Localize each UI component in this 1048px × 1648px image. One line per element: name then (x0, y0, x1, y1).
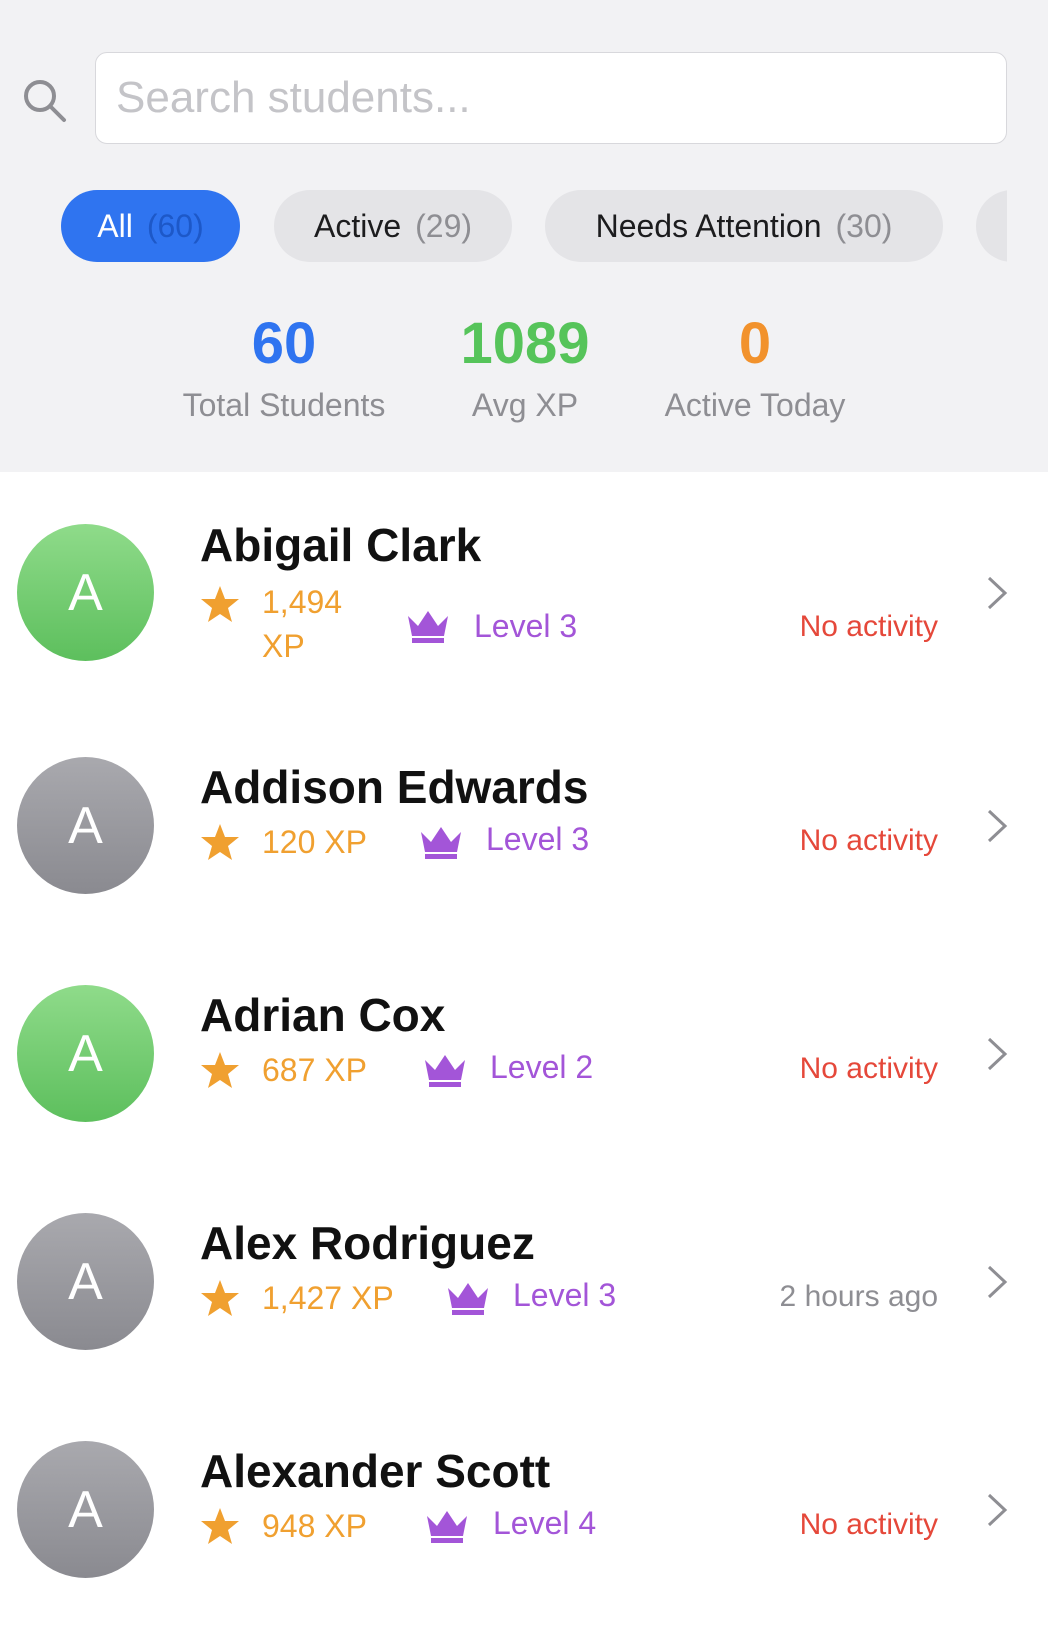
crown-icon (427, 1511, 467, 1543)
student-xp: 687 XP (262, 1052, 367, 1088)
chevron-right-icon (987, 809, 1008, 843)
stat-label: Total Students (182, 387, 386, 423)
filter-chips: All (60) Active (29) Needs Attention (30… (61, 190, 1007, 262)
student-activity: No activity (799, 1508, 938, 1541)
avatar-initial: A (68, 563, 103, 622)
stat-total-students: 60 Total Students (164, 312, 404, 424)
stat-value: 1089 (460, 311, 590, 376)
student-activity: No activity (799, 1052, 938, 1085)
student-level: Level 2 (490, 1049, 594, 1085)
star-icon (201, 586, 239, 622)
student-activity: 2 hours ago (779, 1280, 938, 1313)
chevron-right-icon (987, 1493, 1008, 1527)
filter-count: (30) (835, 207, 893, 244)
chevron-right-icon (987, 1265, 1008, 1299)
student-row[interactable]: A Alexander Scott 948 XP Level 4 No acti… (0, 1384, 1048, 1612)
filter-count: (60) (146, 207, 204, 244)
avatar: A (17, 524, 154, 661)
star-icon (201, 1280, 239, 1316)
student-name: Alexander Scott (200, 1445, 551, 1497)
filter-chip-more[interactable] (976, 190, 1007, 262)
stat-label: Avg XP (471, 387, 579, 423)
crown-icon (421, 827, 461, 859)
search-icon[interactable] (20, 76, 68, 124)
student-activity: No activity (799, 610, 938, 643)
student-level: Level 3 (513, 1277, 617, 1313)
student-xp: 1,427 XP (262, 1280, 394, 1316)
student-xp: 120 XP (262, 824, 367, 860)
avatar: A (17, 1213, 154, 1350)
search-input[interactable] (95, 52, 1007, 144)
filter-label: All (97, 207, 133, 244)
stat-avg-xp: 1089 Avg XP (425, 312, 625, 424)
stat-value: 0 (738, 311, 772, 376)
crown-icon (448, 1283, 488, 1315)
star-icon (201, 824, 239, 860)
student-row[interactable]: A Abigail Clark 1,494 XP Level 3 No acti… (0, 472, 1048, 700)
student-name: Addison Edwards (200, 761, 589, 813)
stat-value: 60 (251, 311, 317, 376)
crown-icon (408, 611, 448, 643)
student-xp: 948 XP (262, 1508, 367, 1544)
avatar: A (17, 757, 154, 894)
filter-chip-all[interactable]: All (60) (61, 190, 240, 262)
star-icon (201, 1508, 239, 1544)
filter-chip-needs-attention[interactable]: Needs Attention (30) (545, 190, 943, 262)
student-name: Alex Rodriguez (200, 1217, 535, 1269)
stat-label: Active Today (664, 387, 846, 423)
student-level: Level 4 (493, 1505, 597, 1541)
student-xp: 1,494 XP (262, 584, 343, 664)
student-name: Abigail Clark (200, 519, 482, 571)
avatar: A (17, 1441, 154, 1578)
crown-icon (425, 1055, 465, 1087)
avatar: A (17, 985, 154, 1122)
star-icon (201, 1052, 239, 1088)
filter-count: (29) (415, 207, 473, 244)
student-level: Level 3 (474, 608, 578, 644)
chevron-right-icon (987, 1037, 1008, 1071)
header-panel: All (60) Active (29) Needs Attention (30… (0, 0, 1048, 472)
filter-label: Needs Attention (595, 207, 822, 244)
student-row[interactable]: A Addison Edwards 120 XP Level 3 No acti… (0, 700, 1048, 928)
avatar-initial: A (68, 796, 103, 855)
filter-chip-active[interactable]: Active (29) (274, 190, 512, 262)
student-activity: No activity (799, 824, 938, 857)
avatar-initial: A (68, 1480, 103, 1539)
student-row[interactable]: A Alex Rodriguez 1,427 XP Level 3 2 hour… (0, 1156, 1048, 1384)
stat-active-today: 0 Active Today (645, 312, 865, 424)
filter-label: Active (313, 207, 402, 244)
avatar-initial: A (68, 1252, 103, 1311)
student-name: Adrian Cox (200, 989, 446, 1041)
student-level: Level 3 (486, 821, 590, 857)
chevron-right-icon (987, 576, 1008, 610)
student-row[interactable]: A Adrian Cox 687 XP Level 2 No activity (0, 928, 1048, 1156)
avatar-initial: A (68, 1024, 103, 1083)
